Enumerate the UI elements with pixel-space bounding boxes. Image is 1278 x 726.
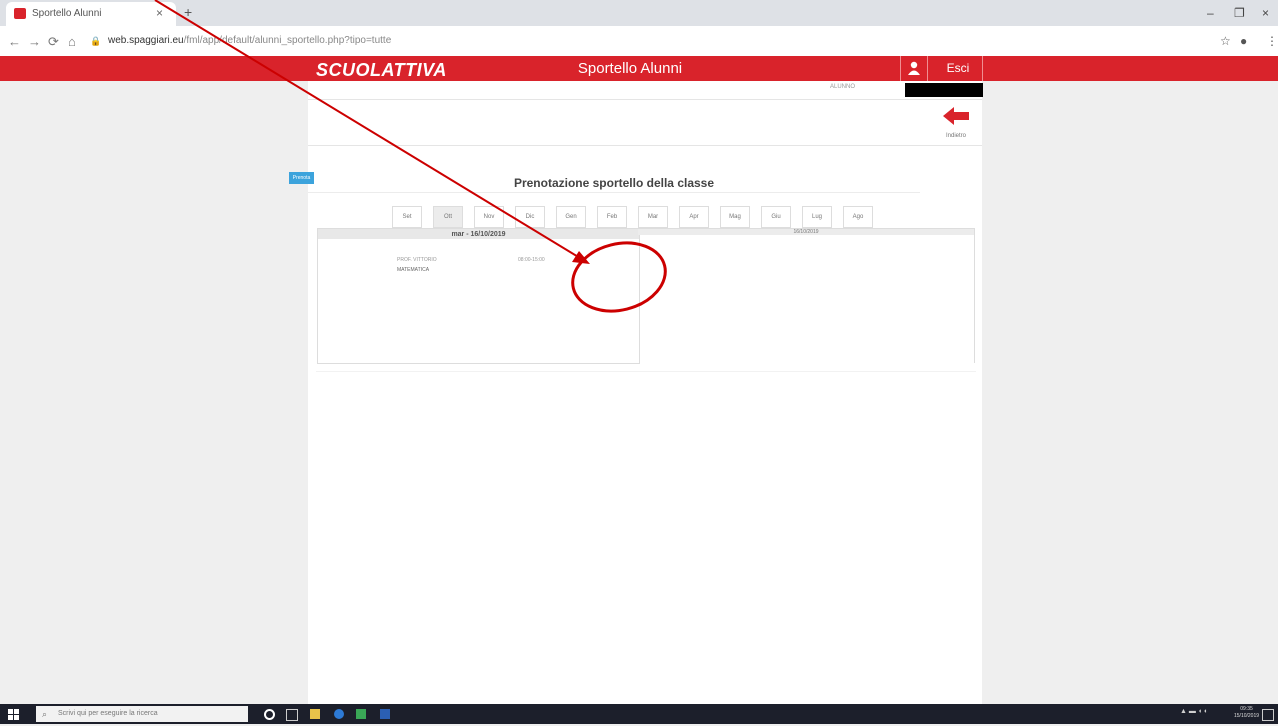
word-icon[interactable] xyxy=(380,709,390,719)
browser-tab-strip: Sportello Alunni × + – ❐ × xyxy=(0,0,1278,26)
slot-time: 08:00-15:00 xyxy=(518,257,545,263)
system-tray-icons[interactable]: ▲ ▬ ◖ ◐ xyxy=(1180,708,1208,715)
user-info: ALUNNO xyxy=(830,84,856,90)
book-button[interactable]: Prenota xyxy=(289,172,314,184)
notification-icon[interactable] xyxy=(1262,709,1274,721)
divider xyxy=(316,371,976,372)
tab-month-nov[interactable]: Nov xyxy=(474,206,504,228)
booking-heading: Prenotazione sportello della classe xyxy=(513,176,715,190)
tab-close-icon[interactable]: × xyxy=(156,6,163,20)
tab-month-lug[interactable]: Lug xyxy=(802,206,832,228)
site-header: SCUOLATTIVA Sportello Alunni Esci xyxy=(0,56,1278,81)
tab-title: Sportello Alunni xyxy=(32,8,102,19)
user-icon[interactable] xyxy=(900,56,928,81)
tab-month-feb[interactable]: Feb xyxy=(597,206,627,228)
back-arrow-icon[interactable]: ← xyxy=(8,34,21,49)
browser-tab[interactable]: Sportello Alunni × xyxy=(6,2,176,26)
tab-month-ago[interactable]: Ago xyxy=(843,206,873,228)
clock[interactable]: 09:35 15/10/2019 xyxy=(1234,706,1259,720)
tab-month-gen[interactable]: Gen xyxy=(556,206,586,228)
new-tab-button[interactable]: + xyxy=(184,4,192,20)
tab-month-mar[interactable]: Mar xyxy=(638,206,668,228)
taskbar-search-input[interactable]: ⌕ Scrivi qui per eseguire la ricerca xyxy=(36,706,248,722)
day-header-right: 16/10/2019 xyxy=(638,229,974,235)
windows-start-icon[interactable] xyxy=(8,708,20,726)
lock-icon: 🔒 xyxy=(90,36,102,46)
minimize-button[interactable]: – xyxy=(1207,6,1214,20)
slot-teacher: PROF. VITTORIO xyxy=(397,257,437,263)
task-view-icon[interactable] xyxy=(286,709,298,721)
divider xyxy=(308,192,920,193)
site-favicon-icon xyxy=(14,8,26,19)
back-button[interactable]: Indietro xyxy=(936,107,976,139)
redacted-user-box xyxy=(905,83,983,97)
site-logo: SCUOLATTIVA xyxy=(316,60,447,80)
search-placeholder: Scrivi qui per eseguire la ricerca xyxy=(58,710,158,717)
home-icon[interactable]: ⌂ xyxy=(68,34,76,49)
url-field[interactable]: web.spaggiari.eu/fml/app/default/alunni_… xyxy=(108,35,391,46)
day-panel-right: 16/10/2019 xyxy=(638,228,975,363)
taskbar: ⌕ Scrivi qui per eseguire la ricerca ▲ ▬… xyxy=(0,704,1278,724)
tab-month-dic[interactable]: Dic xyxy=(515,206,545,228)
divider xyxy=(308,145,982,146)
day-header-left: mar - 16/10/2019 xyxy=(318,229,639,239)
back-arrow-icon xyxy=(943,107,969,125)
edge-icon[interactable] xyxy=(334,709,344,719)
reload-icon[interactable]: ⟳ xyxy=(48,34,59,50)
day-panel-left: mar - 16/10/2019 PROF. VITTORIO 08:00-15… xyxy=(317,228,640,364)
back-label: Indietro xyxy=(945,133,966,139)
tab-month-ott[interactable]: Ott xyxy=(433,206,463,228)
tab-month-apr[interactable]: Apr xyxy=(679,206,709,228)
file-explorer-icon[interactable] xyxy=(310,709,320,719)
tab-month-giu[interactable]: Giu xyxy=(761,206,791,228)
profile-icon[interactable]: ● xyxy=(1240,34,1247,48)
tab-month-set[interactable]: Set xyxy=(392,206,422,228)
tab-month-mag[interactable]: Mag xyxy=(720,206,750,228)
slot-subject: MATEMATICA xyxy=(397,267,430,273)
menu-icon[interactable]: ⋮ xyxy=(1266,34,1278,48)
star-icon[interactable]: ☆ xyxy=(1220,34,1231,48)
address-bar: ← → ⟳ ⌂ 🔒 web.spaggiari.eu/fml/app/defau… xyxy=(0,26,1278,57)
chrome-icon[interactable] xyxy=(356,709,366,719)
logout-button[interactable]: Esci xyxy=(934,56,983,81)
page-title: Sportello Alunni xyxy=(577,60,683,77)
search-icon: ⌕ xyxy=(42,709,48,719)
cortana-icon[interactable] xyxy=(264,709,275,720)
maximize-button[interactable]: ❐ xyxy=(1234,6,1245,20)
divider xyxy=(308,99,982,100)
forward-arrow-icon[interactable]: → xyxy=(28,34,41,49)
main-content: ALUNNO Indietro Prenotazione sportello d… xyxy=(308,81,983,704)
close-window-button[interactable]: × xyxy=(1262,6,1269,20)
